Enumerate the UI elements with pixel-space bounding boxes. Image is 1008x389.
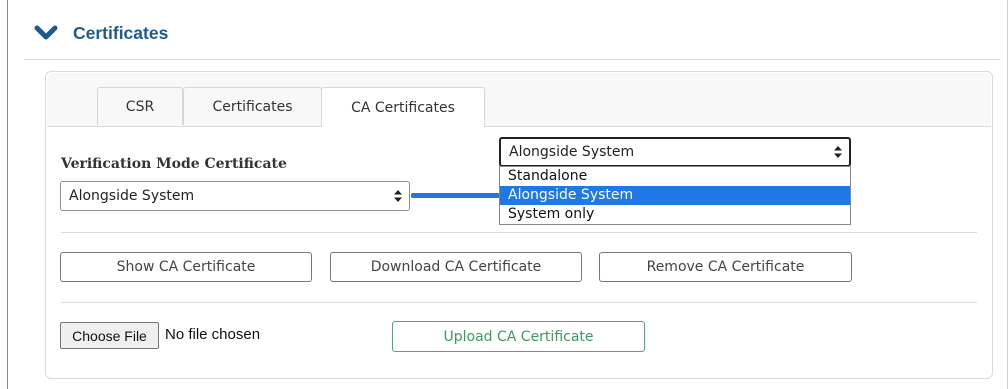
chevron-down-icon[interactable] (33, 23, 59, 43)
tab-bar: CSR Certificates CA Certificates (47, 73, 991, 127)
button-label: Download CA Certificate (370, 259, 542, 275)
window-left-border (7, 0, 8, 389)
select-value: Alongside System (509, 144, 635, 160)
section-header[interactable]: Certificates (33, 20, 168, 46)
button-label: Show CA Certificate (116, 259, 256, 275)
button-label: Upload CA Certificate (443, 328, 594, 345)
tab-label: Certificates (212, 98, 293, 115)
select-value: Alongside System (69, 188, 195, 204)
divider (61, 232, 977, 233)
verification-mode-select[interactable]: Alongside System (60, 181, 410, 211)
divider (61, 302, 977, 303)
button-label: Remove CA Certificate (646, 259, 805, 275)
verification-mode-label: Verification Mode Certificate (61, 156, 287, 172)
upload-ca-certificate-button[interactable]: Upload CA Certificate (392, 321, 645, 352)
header-divider (24, 59, 1000, 60)
tab-label: CA Certificates (351, 99, 455, 116)
download-ca-certificate-button[interactable]: Download CA Certificate (330, 252, 582, 282)
callout-connector (411, 193, 500, 198)
select-arrows-icon (834, 146, 842, 158)
file-status-text: No file chosen (165, 326, 261, 343)
choose-file-button[interactable]: Choose File (60, 322, 159, 349)
option-system-only[interactable]: System only (500, 205, 850, 224)
show-ca-certificate-button[interactable]: Show CA Certificate (60, 252, 312, 282)
option-alongside-system[interactable]: Alongside System (500, 186, 850, 205)
select-arrows-icon (394, 190, 402, 202)
select-dropdown-list: Standalone Alongside System System only (499, 166, 851, 225)
tab-label: CSR (125, 98, 155, 115)
tab-ca-certificates[interactable]: CA Certificates (321, 87, 485, 127)
remove-ca-certificate-button[interactable]: Remove CA Certificate (599, 252, 852, 282)
verification-mode-select-expanded[interactable]: Alongside System (499, 137, 851, 167)
tab-csr[interactable]: CSR (97, 87, 183, 125)
tab-certificates[interactable]: Certificates (183, 87, 322, 125)
section-title: Certificates (73, 22, 169, 43)
option-standalone[interactable]: Standalone (500, 167, 850, 186)
